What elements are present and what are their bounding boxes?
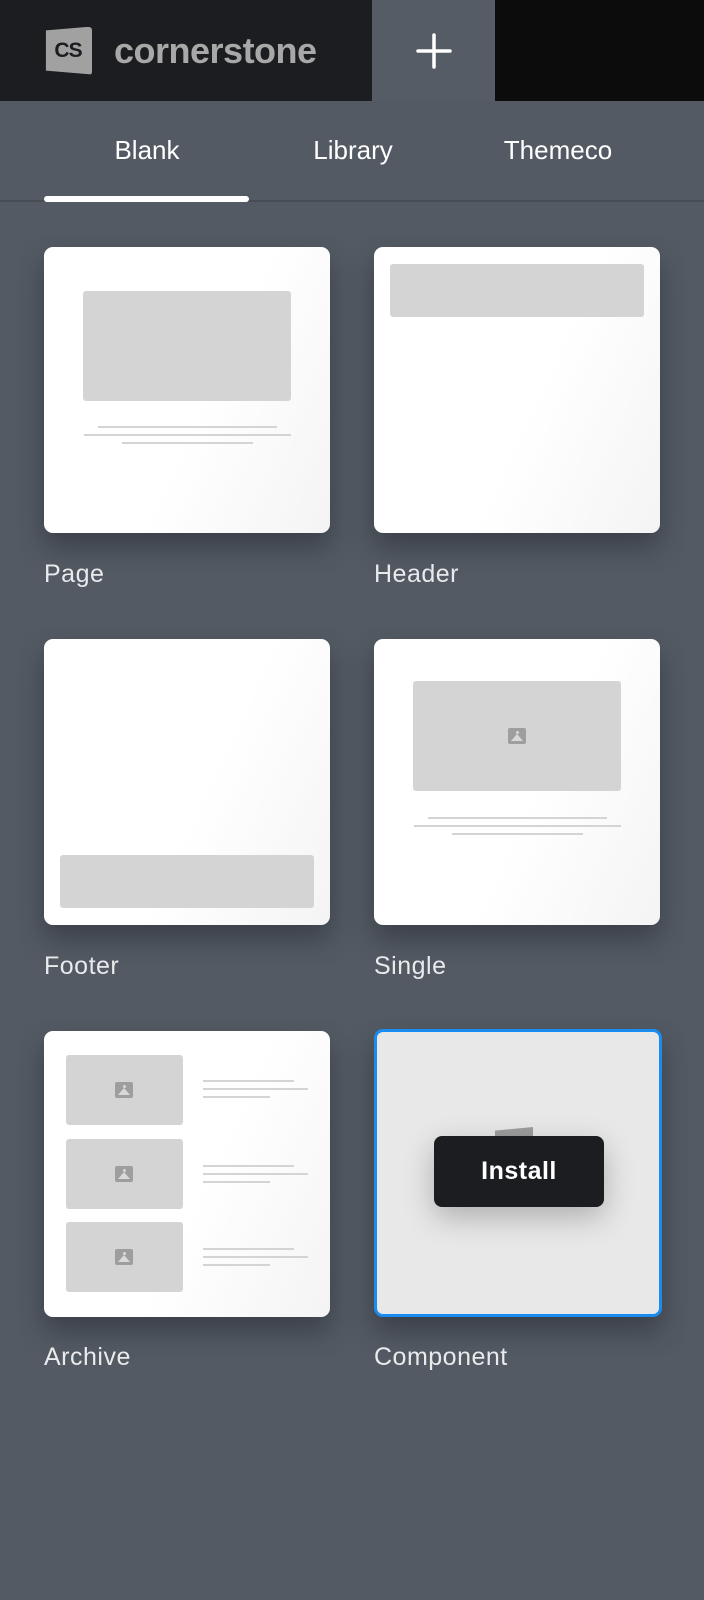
text-line	[98, 426, 277, 428]
text-line	[203, 1096, 270, 1098]
text-line	[428, 817, 607, 819]
template-label-footer: Footer	[44, 952, 120, 980]
text-line	[203, 1165, 294, 1167]
template-label-header: Header	[374, 560, 459, 588]
template-card-page[interactable]	[44, 247, 330, 533]
text-line	[452, 833, 583, 835]
text-line	[203, 1080, 294, 1082]
template-card-single[interactable]	[374, 639, 660, 925]
image-placeholder	[66, 1139, 183, 1209]
text-line	[203, 1264, 270, 1266]
template-label-single: Single	[374, 952, 447, 980]
template-card-header[interactable]	[374, 247, 660, 533]
top-bar: CS cornerstone	[0, 0, 704, 101]
logo-icon: CS	[45, 26, 92, 75]
image-placeholder	[83, 291, 291, 401]
text-line	[203, 1248, 294, 1250]
template-card-component[interactable]: Install	[374, 1029, 662, 1317]
tab-themeco[interactable]: Themeco	[455, 101, 661, 200]
image-icon	[115, 1249, 133, 1265]
image-placeholder	[413, 681, 621, 791]
image-placeholder	[66, 1055, 183, 1125]
app-name: cornerstone	[114, 29, 317, 71]
active-tab-indicator	[44, 196, 249, 202]
add-button[interactable]	[372, 0, 495, 101]
template-card-archive[interactable]	[44, 1031, 330, 1317]
text-line	[84, 434, 291, 436]
image-icon	[115, 1166, 133, 1182]
brand: CS cornerstone	[0, 0, 372, 101]
tab-blank[interactable]: Blank	[44, 101, 250, 200]
text-line	[414, 825, 621, 827]
plus-icon	[415, 32, 452, 69]
text-line	[203, 1256, 308, 1258]
text-line	[203, 1088, 308, 1090]
topbar-empty-area	[495, 0, 704, 101]
image-icon	[115, 1082, 133, 1098]
tab-library[interactable]: Library	[250, 101, 456, 200]
template-card-footer[interactable]	[44, 639, 330, 925]
tab-bar: Blank Library Themeco	[0, 101, 704, 202]
install-button[interactable]: Install	[434, 1136, 604, 1207]
image-placeholder	[66, 1222, 183, 1292]
image-icon	[508, 728, 526, 744]
text-line	[203, 1173, 308, 1175]
footer-placeholder	[60, 855, 314, 908]
text-line	[203, 1181, 270, 1183]
template-label-archive: Archive	[44, 1343, 131, 1371]
template-label-component: Component	[374, 1343, 508, 1371]
text-line	[122, 442, 253, 444]
header-placeholder	[390, 264, 644, 317]
template-label-page: Page	[44, 560, 105, 588]
